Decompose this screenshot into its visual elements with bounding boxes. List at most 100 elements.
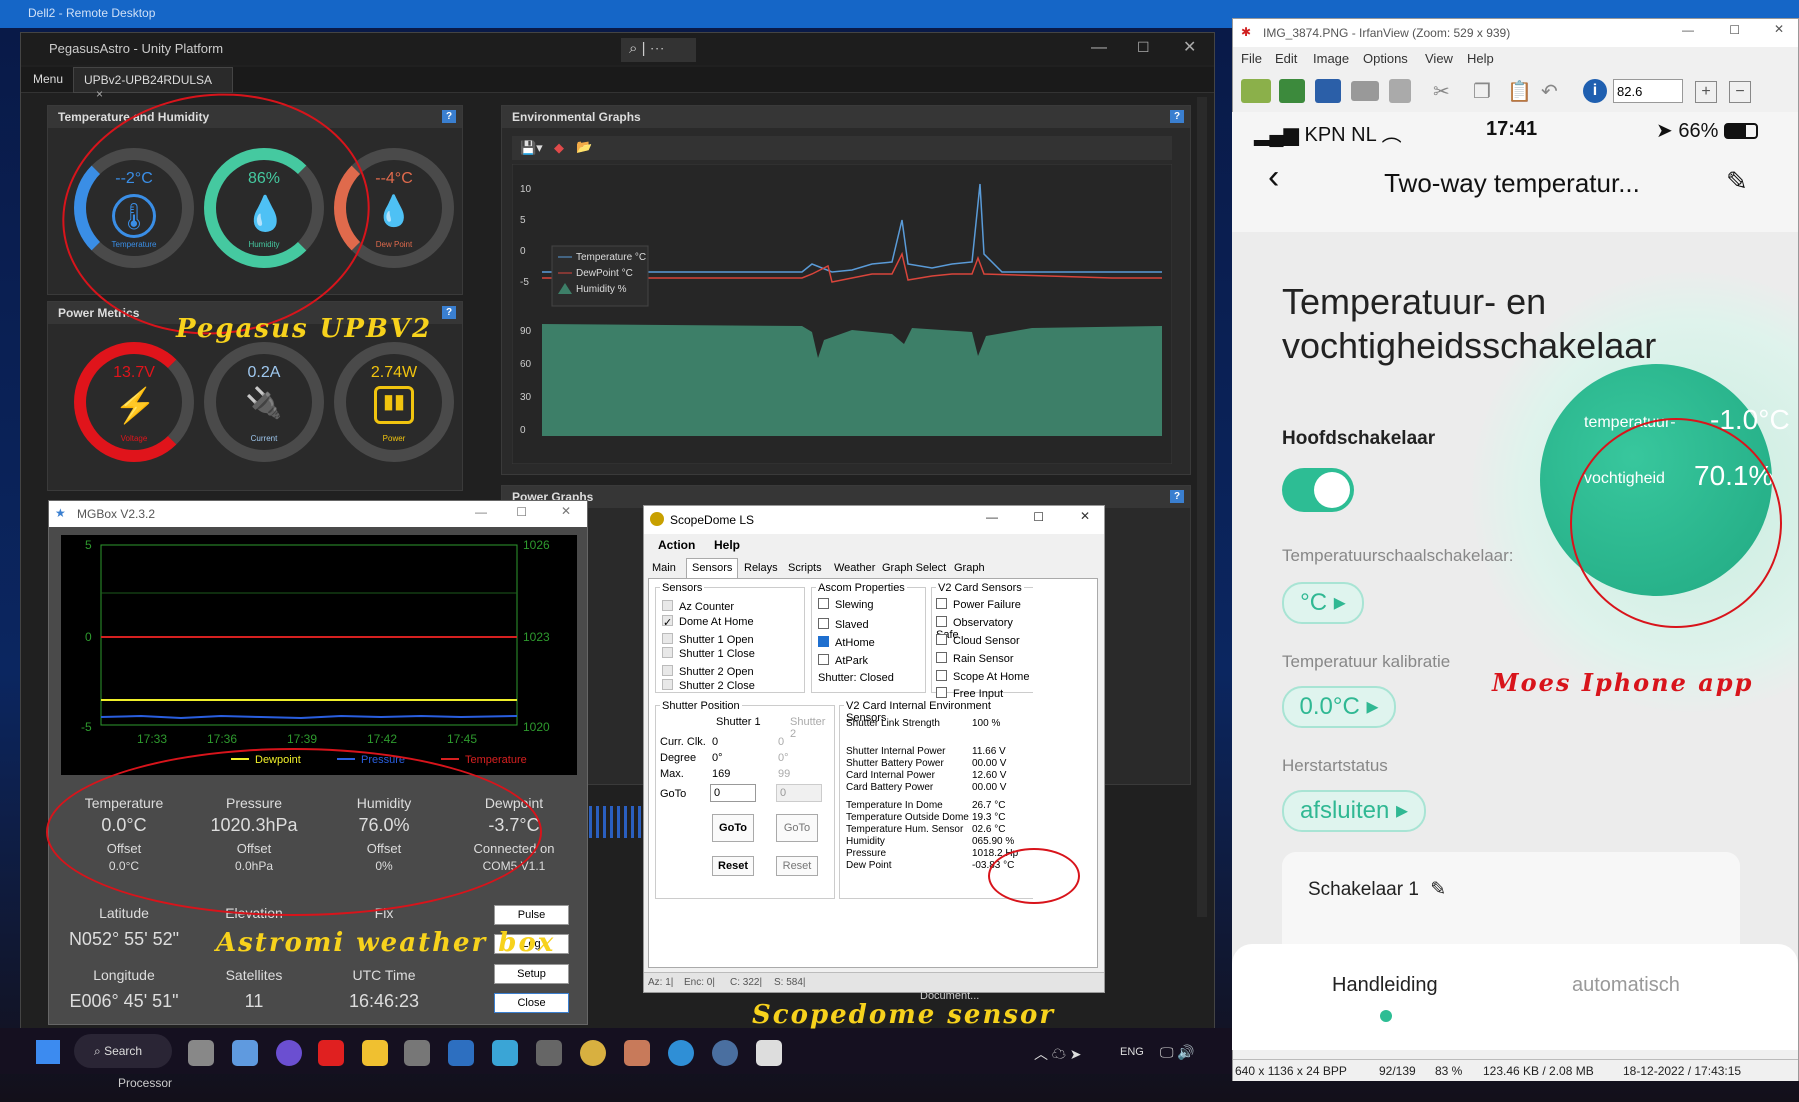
tab-graph-select[interactable]: Graph Select — [882, 562, 946, 574]
zoom-in-icon[interactable]: + — [1695, 81, 1717, 103]
s2-goto-button[interactable]: GoTo — [776, 814, 818, 842]
v2-free-input[interactable]: Free Input — [936, 687, 1003, 700]
print-icon[interactable] — [1351, 81, 1379, 101]
back-icon[interactable]: ‹ — [1268, 158, 1279, 197]
taskview-icon[interactable] — [188, 1040, 214, 1066]
legend: Temperature °C DewPoint °C Humidity % — [551, 245, 649, 307]
taskbar-search[interactable]: ⌕ Search — [74, 1034, 172, 1068]
help-icon[interactable]: ? — [442, 110, 456, 123]
tab-scripts[interactable]: Scripts — [788, 562, 822, 574]
zoom-input[interactable] — [1613, 79, 1683, 103]
help-icon[interactable]: ? — [1170, 490, 1184, 503]
s1-reset-button[interactable]: Reset — [712, 856, 754, 876]
ascom-athome[interactable]: AtHome — [818, 636, 875, 649]
main-switch-toggle[interactable] — [1282, 468, 1354, 512]
minimize-button[interactable]: — — [1682, 23, 1694, 37]
tab-relays[interactable]: Relays — [744, 562, 778, 574]
pulse-button[interactable]: Pulse — [494, 905, 569, 925]
open-icon[interactable] — [1241, 79, 1271, 103]
tab-auto[interactable]: automatisch — [1572, 974, 1680, 997]
help-icon[interactable]: ? — [1170, 110, 1184, 123]
menu-view[interactable]: View — [1425, 51, 1453, 66]
minimize-button[interactable]: — — [475, 505, 487, 519]
minimize-button[interactable]: — — [986, 510, 998, 524]
edit-pencil-icon[interactable]: ✎ — [1726, 166, 1748, 197]
minimize-button[interactable]: — — [1091, 39, 1107, 57]
mgbox-taskbar-icon[interactable] — [756, 1040, 782, 1066]
ascom-atpark[interactable]: AtPark — [818, 654, 868, 667]
zoom-out-icon[interactable]: − — [1729, 81, 1751, 103]
paste-icon[interactable]: 📋 — [1507, 79, 1532, 104]
cut-icon[interactable]: ✂ — [1433, 79, 1450, 104]
menu-button[interactable]: Menu — [33, 72, 63, 86]
undo-icon[interactable]: ↶ — [1541, 79, 1558, 104]
tab-graph[interactable]: Graph — [954, 562, 985, 574]
app-icon[interactable] — [492, 1040, 518, 1066]
windows-start-icon[interactable] — [36, 1040, 60, 1064]
setup-button[interactable]: Setup — [494, 964, 569, 984]
close-button[interactable]: ✕ — [561, 504, 571, 518]
zoom-icon[interactable]: ⌕ | ⋯ — [621, 38, 696, 62]
v2-scope-at-home[interactable]: Scope At Home — [936, 670, 1029, 683]
maximize-button[interactable]: ☐ — [1729, 23, 1740, 37]
restart-selector[interactable]: afsluiten ▸ — [1282, 790, 1426, 832]
s2-goto-input[interactable] — [776, 784, 822, 802]
copy-icon[interactable]: ❐ — [1473, 79, 1491, 104]
maximize-button[interactable]: ☐ — [516, 505, 527, 519]
weather-icon[interactable] — [232, 1040, 258, 1066]
folder-icon[interactable]: 📂 — [576, 139, 592, 155]
file-explorer-icon[interactable] — [362, 1040, 388, 1066]
scrollbar[interactable] — [1197, 97, 1207, 917]
pegasus-taskbar-icon[interactable] — [580, 1040, 606, 1066]
app-icon[interactable] — [404, 1040, 430, 1066]
menu-file[interactable]: File — [1241, 51, 1262, 66]
ascom-slaved[interactable]: Slaved — [818, 618, 869, 631]
irfanview-statusbar: 640 x 1136 x 24 BPP 92/139 83 % 123.46 K… — [1233, 1059, 1798, 1081]
close-button[interactable]: Close — [494, 993, 569, 1013]
v2-power-failure[interactable]: Power Failure — [936, 598, 1021, 611]
v2-rain-sensor[interactable]: Rain Sensor — [936, 652, 1014, 665]
tab-manual[interactable]: Handleiding — [1332, 974, 1438, 997]
tab-sensors[interactable]: Sensors — [686, 558, 739, 578]
maximize-button[interactable]: ☐ — [1137, 39, 1150, 56]
tab-close-icon[interactable]: × — [96, 87, 103, 101]
app-icon[interactable] — [536, 1040, 562, 1066]
menu-help[interactable]: Help — [1467, 51, 1494, 66]
tray-icons[interactable]: ︿ ☁ ➤ — [1034, 1044, 1082, 1064]
app-icon[interactable] — [624, 1040, 650, 1066]
app-icon[interactable] — [712, 1040, 738, 1066]
s2-reset-button[interactable]: Reset — [776, 856, 818, 876]
tab-upbv2[interactable]: UPBv2-UPB24RDULSA × — [73, 67, 233, 101]
language-indicator[interactable]: ENG — [1120, 1046, 1144, 1058]
menu-edit[interactable]: Edit — [1275, 51, 1297, 66]
network-volume-icon[interactable]: 🖵 🔊 — [1160, 1044, 1195, 1061]
info-icon[interactable]: i — [1583, 79, 1607, 103]
close-button[interactable]: ✕ — [1183, 37, 1196, 57]
v2-cloud-sensor[interactable]: Cloud Sensor — [936, 634, 1020, 647]
tab-weather[interactable]: Weather — [834, 562, 875, 574]
help-icon[interactable]: ? — [442, 306, 456, 319]
app-icon[interactable] — [448, 1040, 474, 1066]
scale-selector[interactable]: °C ▸ — [1282, 582, 1364, 624]
degree-label: Degree — [660, 752, 697, 764]
calibration-selector[interactable]: 0.0°C ▸ — [1282, 686, 1396, 728]
delete-icon[interactable] — [1389, 79, 1411, 103]
menu-action[interactable]: Action — [658, 538, 695, 552]
menu-help[interactable]: Help — [714, 538, 740, 552]
close-button[interactable]: ✕ — [1080, 509, 1090, 523]
eraser-icon[interactable]: ◆ — [554, 140, 564, 156]
save-icon[interactable] — [1315, 79, 1341, 103]
menu-options[interactable]: Options — [1363, 51, 1408, 66]
slideshow-icon[interactable] — [1279, 79, 1305, 103]
app-s-icon[interactable] — [318, 1040, 344, 1066]
tab-main[interactable]: Main — [652, 562, 676, 574]
ascom-slewing[interactable]: Slewing — [818, 598, 874, 611]
app-icon[interactable] — [668, 1040, 694, 1066]
close-button[interactable]: ✕ — [1774, 22, 1784, 36]
s1-goto-input[interactable] — [710, 784, 756, 802]
menu-image[interactable]: Image — [1313, 51, 1349, 66]
maximize-button[interactable]: ☐ — [1033, 510, 1044, 524]
s1-goto-button[interactable]: GoTo — [712, 814, 754, 842]
save-icon[interactable]: 💾▾ — [520, 140, 543, 156]
teams-icon[interactable] — [276, 1040, 302, 1066]
